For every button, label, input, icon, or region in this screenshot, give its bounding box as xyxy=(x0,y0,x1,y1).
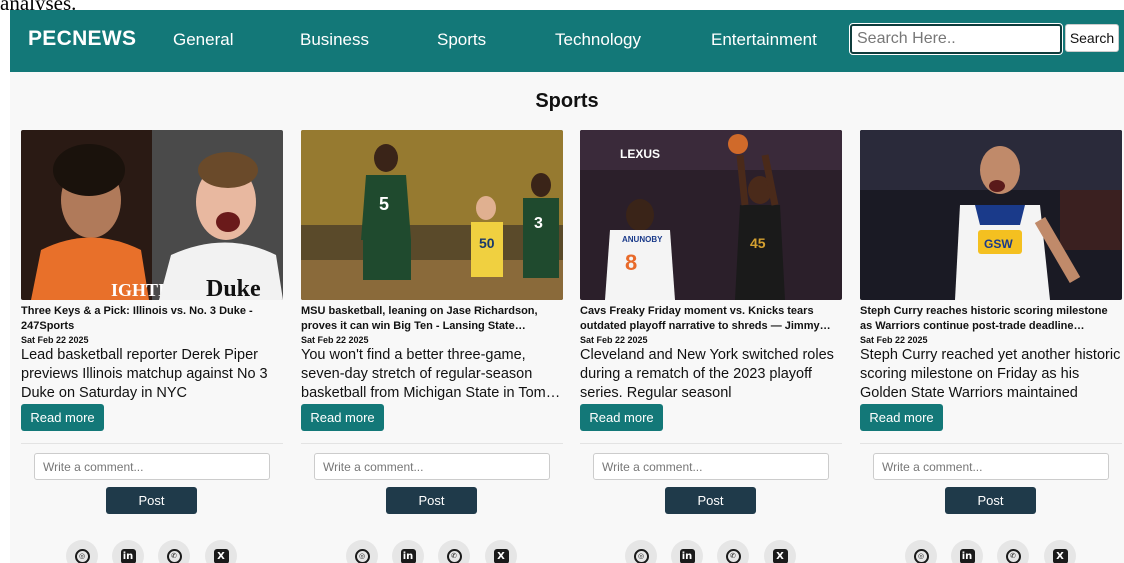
post-comment-button[interactable]: Post xyxy=(386,487,477,514)
svg-text:Duke: Duke xyxy=(206,276,261,300)
comment-input[interactable] xyxy=(873,453,1109,480)
instagram-icon[interactable]: ◎ xyxy=(66,540,98,563)
comment-input[interactable] xyxy=(314,453,550,480)
x-icon[interactable]: X xyxy=(764,540,796,563)
divider xyxy=(860,443,1122,444)
article-headline[interactable]: Three Keys & a Pick: Illinois vs. No. 3 … xyxy=(21,304,283,334)
x-icon[interactable]: X xyxy=(205,540,237,563)
nav-link-general[interactable]: General xyxy=(173,30,233,50)
svg-text:50: 50 xyxy=(479,235,495,251)
whatsapp-icon[interactable]: ✆ xyxy=(717,540,749,563)
article-date: Sat Feb 22 2025 xyxy=(860,335,928,345)
article-card: LEXUS 8 ANUNOBY 45 Cavs Freaky Friday mo… xyxy=(580,130,842,563)
svg-text:5: 5 xyxy=(379,194,389,214)
instagram-icon[interactable]: ◎ xyxy=(625,540,657,563)
nav-link-entertainment[interactable]: Entertainment xyxy=(711,30,817,50)
svg-text:8: 8 xyxy=(625,250,637,275)
read-more-button[interactable]: Read more xyxy=(860,404,943,431)
search-input[interactable] xyxy=(849,23,1063,55)
main-content: Sports IGHTIN Duke Three Keys & a Pick: … xyxy=(10,72,1124,563)
divider xyxy=(301,443,563,444)
post-comment-button[interactable]: Post xyxy=(665,487,756,514)
article-description: Lead basketball reporter Derek Piper pre… xyxy=(21,347,268,401)
article-date: Sat Feb 22 2025 xyxy=(580,335,648,345)
read-more-button[interactable]: Read more xyxy=(301,404,384,431)
linkedin-icon[interactable]: in xyxy=(951,540,983,563)
section-title: Sports xyxy=(535,90,599,112)
navbar: PECNEWS General Business Sports Technolo… xyxy=(10,10,1124,72)
article-headline[interactable]: Cavs Freaky Friday moment vs. Knicks tea… xyxy=(580,304,842,334)
article-description: You won't find a better three-game, seve… xyxy=(301,347,561,401)
whatsapp-icon[interactable]: ✆ xyxy=(438,540,470,563)
svg-text:GSW: GSW xyxy=(984,237,1013,251)
instagram-icon[interactable]: ◎ xyxy=(346,540,378,563)
linkedin-icon[interactable]: in xyxy=(112,540,144,563)
article-date: Sat Feb 22 2025 xyxy=(301,335,369,345)
whatsapp-icon[interactable]: ✆ xyxy=(158,540,190,563)
post-comment-button[interactable]: Post xyxy=(106,487,197,514)
svg-text:3: 3 xyxy=(534,215,543,232)
basketball-game-photo-icon[interactable]: 5 50 3 xyxy=(301,130,563,300)
article-headline[interactable]: Steph Curry reaches historic scoring mil… xyxy=(860,304,1122,334)
basketball-player-celebrating-photo-icon[interactable]: GSW xyxy=(860,130,1122,300)
article-description: Cleveland and New York switched roles du… xyxy=(580,347,834,401)
x-icon[interactable]: X xyxy=(1044,540,1076,563)
comment-input[interactable] xyxy=(593,453,829,480)
svg-text:45: 45 xyxy=(750,235,766,251)
whatsapp-icon[interactable]: ✆ xyxy=(997,540,1029,563)
brand-logo[interactable]: PECNEWS xyxy=(28,27,136,51)
basketball-players-photo-icon[interactable]: IGHTIN Duke xyxy=(21,130,283,300)
divider xyxy=(21,443,283,444)
read-more-button[interactable]: Read more xyxy=(21,404,104,431)
search-button[interactable]: Search xyxy=(1065,24,1119,52)
article-card: IGHTIN Duke Three Keys & a Pick: Illinoi… xyxy=(21,130,283,563)
nav-link-business[interactable]: Business xyxy=(300,30,369,50)
post-comment-button[interactable]: Post xyxy=(945,487,1036,514)
svg-text:LEXUS: LEXUS xyxy=(620,147,660,161)
nav-link-technology[interactable]: Technology xyxy=(555,30,641,50)
svg-text:ANUNOBY: ANUNOBY xyxy=(622,235,663,244)
instagram-icon[interactable]: ◎ xyxy=(905,540,937,563)
article-card: 5 50 3 MSU basketball, leaning on Jase R… xyxy=(301,130,563,563)
article-card: GSW Steph Curry reaches historic scoring… xyxy=(860,130,1122,563)
read-more-button[interactable]: Read more xyxy=(580,404,663,431)
linkedin-icon[interactable]: in xyxy=(392,540,424,563)
article-headline[interactable]: MSU basketball, leaning on Jase Richards… xyxy=(301,304,563,334)
x-icon[interactable]: X xyxy=(485,540,517,563)
basketball-shot-photo-icon[interactable]: LEXUS 8 ANUNOBY 45 xyxy=(580,130,842,300)
article-date: Sat Feb 22 2025 xyxy=(21,335,89,345)
nav-link-sports[interactable]: Sports xyxy=(437,30,486,50)
linkedin-icon[interactable]: in xyxy=(671,540,703,563)
comment-input[interactable] xyxy=(34,453,270,480)
divider xyxy=(580,443,842,444)
